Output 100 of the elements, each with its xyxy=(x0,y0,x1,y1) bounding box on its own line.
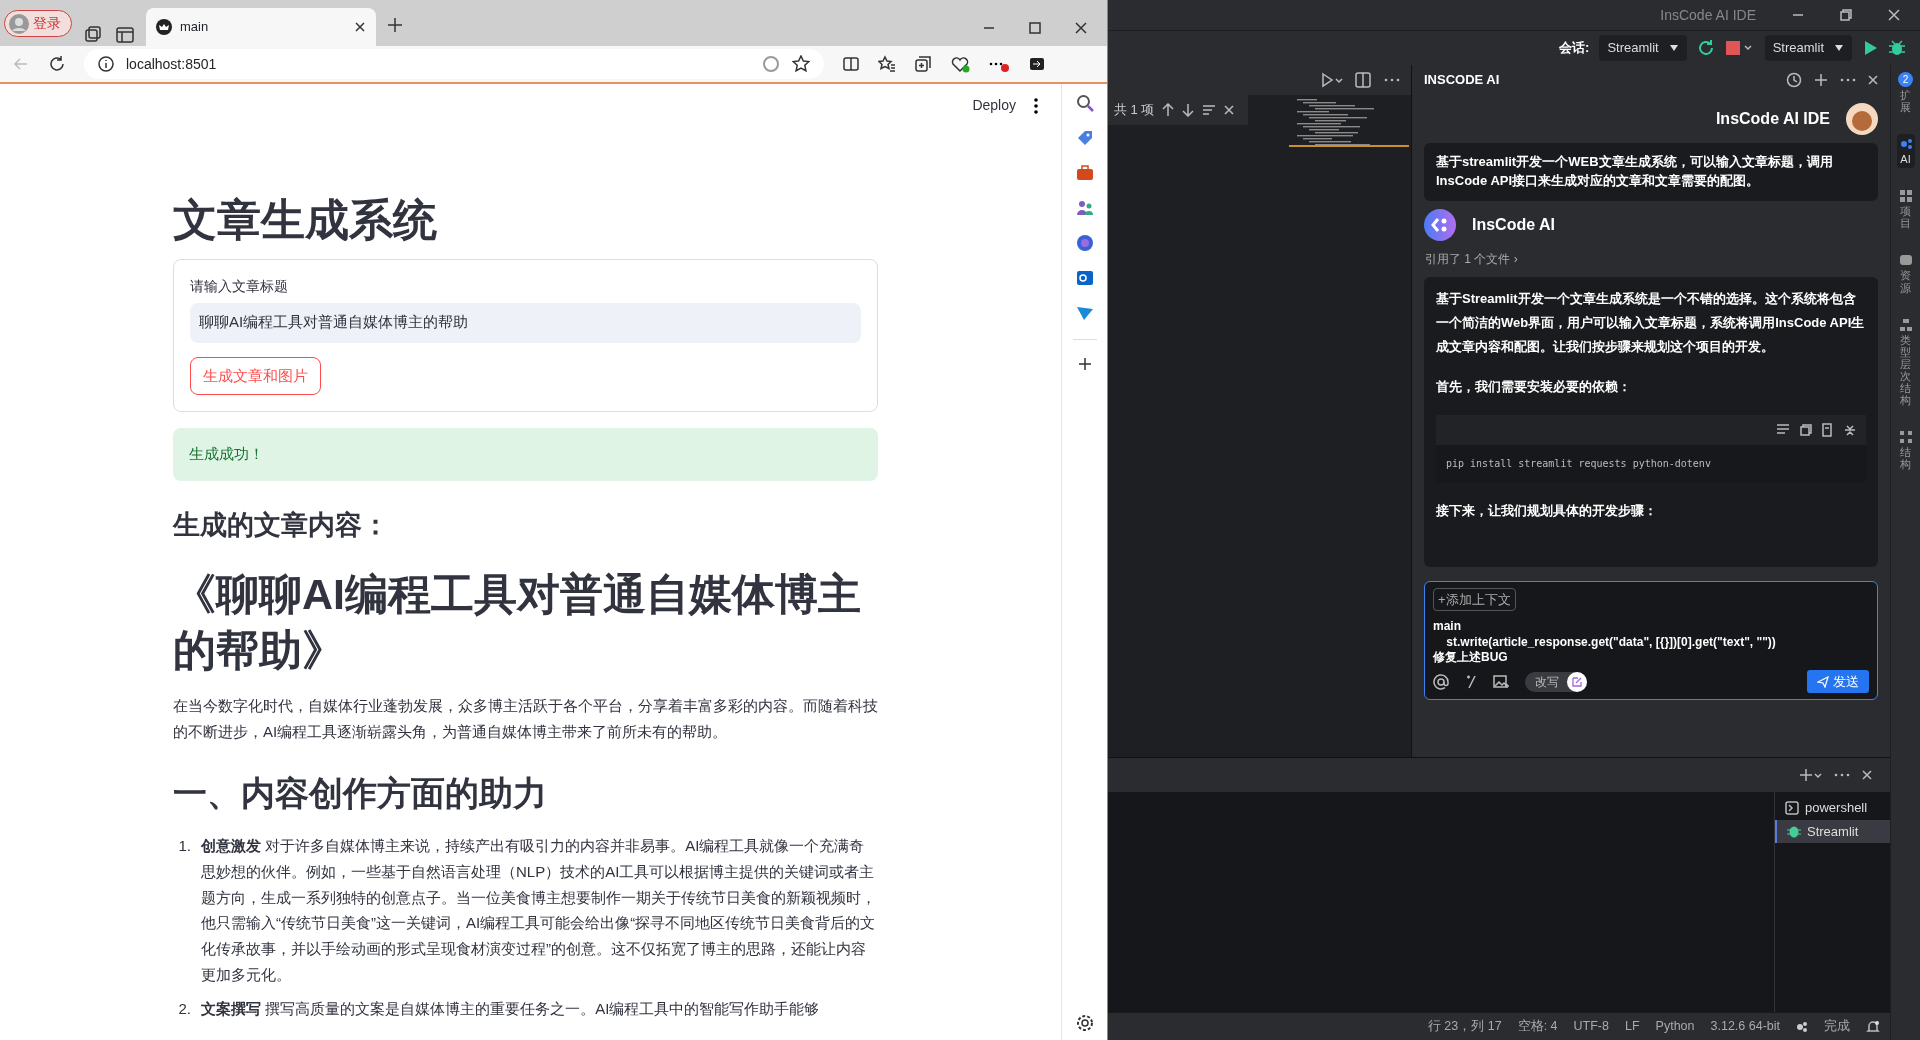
hierarchy-icon xyxy=(1898,317,1913,332)
tab-actions-icon[interactable] xyxy=(114,24,136,46)
collections-icon[interactable] xyxy=(914,55,932,73)
search-icon[interactable] xyxy=(1075,94,1094,112)
terminal-item[interactable]: Streamlit xyxy=(1775,819,1890,843)
debug-icon[interactable] xyxy=(1888,39,1906,57)
sidebar-icon[interactable] xyxy=(1028,55,1046,73)
mail-icon[interactable] xyxy=(1075,269,1094,287)
more-icon[interactable] xyxy=(1383,77,1401,83)
code-text: pip install streamlit requests python-dotenv xyxy=(1445,456,1712,471)
restart-icon[interactable] xyxy=(1696,39,1715,57)
close-icon[interactable] xyxy=(354,21,366,33)
activity-tab[interactable]: 项目 xyxy=(1896,186,1915,233)
history-icon[interactable] xyxy=(1786,72,1802,88)
activity-label: 项目 xyxy=(1900,205,1911,230)
close-icon[interactable] xyxy=(1868,75,1878,85)
close-icon[interactable] xyxy=(1224,105,1235,115)
assistant-name: InsCode AI xyxy=(1472,214,1555,235)
title-input[interactable]: 聊聊AI编程工具对普通自媒体博主的帮助 xyxy=(190,302,861,343)
find-in-selection-icon[interactable] xyxy=(1202,103,1217,117)
chat-composer[interactable]: +添加上下文 main st.write(article_response.get("data", [{}])[0].get("text", "")) 修复上述BUG 改写 发送 xyxy=(1424,580,1878,701)
refresh-icon[interactable] xyxy=(48,55,66,73)
send-button[interactable]: 发送 xyxy=(1807,669,1869,694)
mention-icon[interactable] xyxy=(1433,673,1449,690)
collapse-icon[interactable] xyxy=(1844,423,1856,436)
status-item[interactable]: 3.12.6 64-bit xyxy=(1710,1017,1780,1036)
close-icon[interactable] xyxy=(1075,22,1087,34)
maximize-icon[interactable] xyxy=(1029,22,1041,34)
heart-pulse-icon[interactable] xyxy=(950,55,970,73)
rewrite-toggle[interactable]: 改写 xyxy=(1525,671,1587,692)
toolbox-icon[interactable] xyxy=(1075,164,1094,182)
orb-icon[interactable] xyxy=(1075,234,1094,252)
add-icon[interactable] xyxy=(1814,73,1828,87)
grid-icon xyxy=(1898,189,1913,204)
activity-tab[interactable]: 结构 xyxy=(1896,427,1915,474)
activity-tab[interactable]: 类型层次结构 xyxy=(1896,314,1915,410)
more-vertical-icon[interactable] xyxy=(1033,96,1039,115)
activity-tab[interactable]: AI xyxy=(1896,134,1915,169)
command-icon[interactable] xyxy=(1465,674,1477,689)
run-icon[interactable] xyxy=(1321,72,1343,88)
next-match-icon[interactable] xyxy=(1182,103,1195,117)
new-terminal-icon[interactable] xyxy=(1800,768,1822,782)
status-item[interactable]: 行 23，列 17 xyxy=(1427,1017,1502,1036)
generate-button[interactable]: 生成文章和图片 xyxy=(190,356,321,396)
activity-tab[interactable]: 资源 xyxy=(1896,250,1915,297)
restore-icon[interactable] xyxy=(1840,9,1852,21)
page-title: 文章生成系统 xyxy=(173,194,438,246)
close-icon[interactable] xyxy=(1888,9,1900,21)
more-icon[interactable] xyxy=(1834,772,1850,778)
paper-plane-icon xyxy=(1817,675,1829,688)
run-config-dropdown[interactable]: Streamlit xyxy=(1764,35,1852,61)
image-add-icon[interactable] xyxy=(1493,673,1509,690)
stop-icon[interactable] xyxy=(1724,40,1755,56)
run-icon[interactable] xyxy=(1862,40,1878,56)
field-label: 请输入文章标题 xyxy=(190,276,289,296)
response-paragraph: 首先，我们需要安装必要的依赖： xyxy=(1436,377,1632,396)
profile-button[interactable]: 登录 xyxy=(4,10,72,37)
article-title: 《聊聊AI编程工具对普通自媒体博主的帮助》 xyxy=(173,569,862,677)
caret-icon xyxy=(1834,44,1844,52)
referenced-files-link[interactable]: 引用了 1 个文件 › xyxy=(1424,248,1878,269)
status-item[interactable]: 空格: 4 xyxy=(1517,1017,1558,1036)
send-icon[interactable] xyxy=(1075,304,1094,322)
add-icon[interactable] xyxy=(1077,357,1092,371)
terminal-icon xyxy=(1785,800,1799,815)
response-paragraph: 接下来，让我们规划具体的开发步骤： xyxy=(1436,502,1658,521)
window-title: InsCode AI IDE xyxy=(1660,5,1756,25)
split-screen-icon[interactable] xyxy=(842,55,860,73)
split-editor-icon[interactable] xyxy=(1355,72,1371,88)
star-icon[interactable] xyxy=(792,55,810,73)
activity-label: 类型层次结构 xyxy=(1900,333,1911,407)
user-message: 基于streamlit开发一个WEB文章生成系统，可以输入文章标题，调用InsCode API接口来生成对应的文章和文章需要的配图。 xyxy=(1424,143,1878,201)
status-item[interactable]: UTF-8 xyxy=(1573,1017,1609,1036)
address-bar[interactable]: localhost:8501 xyxy=(84,49,824,79)
people-icon[interactable] xyxy=(1075,199,1094,217)
notification-icon[interactable] xyxy=(1866,1019,1880,1034)
session-dropdown[interactable]: Streamlit xyxy=(1599,35,1687,61)
previous-match-icon[interactable] xyxy=(1162,103,1175,117)
deploy-button[interactable]: Deploy xyxy=(971,94,1017,117)
assistant-status-icon xyxy=(1796,1020,1808,1033)
more-icon[interactable] xyxy=(1840,77,1856,83)
status-item[interactable]: 完成 xyxy=(1824,1017,1850,1036)
terminal-item[interactable]: powershell xyxy=(1775,796,1890,820)
browser-tab[interactable]: main xyxy=(146,8,376,46)
favorites-icon[interactable] xyxy=(878,55,896,73)
close-icon[interactable] xyxy=(1862,770,1872,780)
info-icon xyxy=(98,56,114,72)
badge-count: 2 xyxy=(1898,72,1913,87)
bug-icon xyxy=(1787,824,1801,839)
activity-tab[interactable]: 2 扩展 xyxy=(1896,69,1915,117)
add-context-button[interactable]: +添加上下文 xyxy=(1433,587,1516,612)
edit-icon xyxy=(1567,671,1587,692)
activity-label: 扩展 xyxy=(1900,89,1911,114)
copy-icon[interactable] xyxy=(1800,423,1812,436)
user-name: InsCode AI IDE xyxy=(1715,109,1830,129)
settings-icon[interactable] xyxy=(1075,1014,1094,1032)
wrap-icon[interactable] xyxy=(1776,423,1790,436)
status-item[interactable]: Python xyxy=(1655,1017,1695,1036)
list-number: 1. xyxy=(177,836,191,857)
status-item[interactable]: LF xyxy=(1625,1017,1640,1036)
new-tab-icon[interactable] xyxy=(386,16,404,34)
